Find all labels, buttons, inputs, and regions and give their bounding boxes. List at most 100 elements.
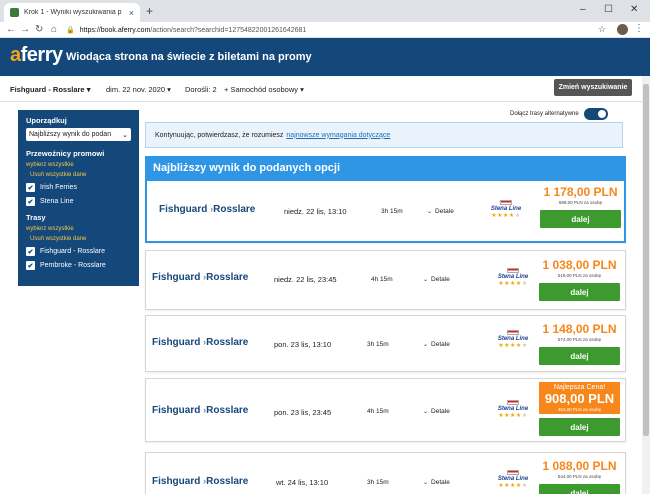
details-toggle[interactable]: ⌄ Detale: [423, 408, 450, 415]
checkbox-checked-icon: ✔: [26, 261, 35, 270]
chevron-down-icon: ⌄: [423, 480, 429, 486]
chevron-down-icon: ⌄: [423, 277, 429, 283]
total-price: 1 038,00 PLN: [542, 258, 617, 272]
total-price: 1 148,00 PLN: [542, 322, 617, 336]
result-card: Fishguard ›Rosslare pon. 23 lis, 23:45 4…: [145, 378, 626, 442]
departure-datetime: niedz. 22 lis, 23:45: [274, 275, 337, 284]
price-box: 1 038,00 PLN 519,00 PLN za osobę dalej: [539, 258, 620, 301]
browser-menu-icon[interactable]: ⋮: [634, 23, 644, 34]
result-card: Fishguard ›Rosslare niedz. 22 lis, 13:10…: [145, 181, 626, 243]
page-scrollbar[interactable]: [642, 76, 650, 494]
total-price: 908,00 PLN: [544, 391, 615, 406]
checkbox-checked-icon: ✔: [26, 183, 35, 192]
url-path: /action/search?searchid=1275482200126164…: [150, 26, 307, 34]
continue-button[interactable]: dalej: [539, 283, 620, 301]
operator-logo: Stena Line ★★★★★: [493, 470, 533, 489]
operator-checkbox-stena-line[interactable]: ✔ Stena Line: [26, 197, 131, 206]
operators-clear-all-link[interactable]: Usuń wszystkie dane: [26, 172, 131, 178]
price-box: Najlepsza Cena! 908,00 PLN 454,00 PLN za…: [539, 382, 620, 436]
operator-checkbox-irish-ferries[interactable]: ✔ Irish Ferries: [26, 183, 131, 192]
best-price-highlight: Najlepsza Cena! 908,00 PLN 454,00 PLN za…: [539, 382, 620, 414]
route-checkbox-fishguard-rosslare[interactable]: ✔ Fishguard - Rosslare: [26, 247, 131, 256]
operator-logo: Stena Line ★★★★★: [493, 400, 533, 419]
result-card: Fishguard ›Rosslare niedz. 22 lis, 23:45…: [145, 250, 626, 310]
price-per-person: 519,00 PLN za osobę: [557, 273, 602, 278]
rating-stars: ★★★★★: [498, 281, 528, 287]
summary-date[interactable]: dim. 22 nov. 2020 ▾: [106, 85, 171, 94]
home-icon[interactable]: ⌂: [51, 24, 57, 35]
route-name: Fishguard ›Rosslare: [152, 337, 249, 348]
price-box: 1 178,00 PLN 589,00 PLN za osobę dalej: [540, 185, 621, 228]
routes-clear-all-link[interactable]: Usuń wszystkie dane: [26, 236, 131, 242]
result-card: Fishguard ›Rosslare wt. 24 lis, 13:10 3h…: [145, 452, 626, 494]
total-price: 1 178,00 PLN: [543, 185, 618, 199]
sort-title: Uporządkuj: [26, 116, 67, 125]
aferry-logo[interactable]: aferry: [10, 44, 63, 67]
best-match-heading: Najbliższy wynik do podanych opcji: [145, 156, 626, 181]
duration: 3h 15m: [381, 208, 403, 215]
alternative-routes-label: Dołącz trasy alternatywne: [510, 111, 579, 117]
summary-vehicle[interactable]: + Samochód osobowy ▾: [224, 85, 304, 94]
operators-title: Przewoźnicy promowi: [26, 149, 105, 158]
bookmark-star-icon[interactable]: ☆: [598, 24, 606, 35]
details-toggle[interactable]: ⌄ Detale: [423, 276, 450, 283]
continue-button[interactable]: dalej: [539, 347, 620, 365]
chevron-down-icon: ⌄: [427, 209, 433, 215]
checkbox-checked-icon: ✔: [26, 197, 35, 206]
browser-tab-bar: Krok 1 - Wyniki wyszukiwania p × + – ☐ ✕: [0, 0, 650, 22]
site-header: aferry Wiodąca strona na świecie z bilet…: [0, 38, 650, 76]
continue-button[interactable]: dalej: [540, 210, 621, 228]
forward-icon[interactable]: →: [20, 24, 30, 35]
duration: 4h 15m: [367, 408, 389, 415]
duration: 4h 15m: [371, 276, 393, 283]
modify-search-button[interactable]: Zmień wyszukiwanie: [554, 79, 632, 96]
rating-stars: ★★★★★: [491, 213, 521, 219]
price-per-person: 574,00 PLN za osobę: [557, 337, 602, 342]
summary-route[interactable]: Fishguard - Rosslare ▾: [10, 85, 90, 94]
price-per-person: 454,00 PLN za osobę: [557, 407, 602, 412]
route-name: Fishguard ›Rosslare: [152, 272, 249, 283]
filter-sidebar: Uporządkuj Najbliższy wynik do podan ⌄ Pr…: [18, 110, 139, 286]
price-box: 1 088,00 PLN 544,00 PLN za osobę dalej: [539, 459, 620, 494]
lock-icon: 🔒: [66, 27, 75, 34]
price-box: 1 148,00 PLN 574,00 PLN za osobę dalej: [539, 322, 620, 365]
details-toggle[interactable]: ⌄ Detale: [427, 208, 454, 215]
price-per-person: 589,00 PLN za osobę: [558, 200, 603, 205]
rating-stars: ★★★★★: [498, 413, 528, 419]
best-price-badge: Najlepsza Cena!: [553, 384, 606, 391]
requirements-notice: Kontynuując, potwierdzasz, że rozumiesz …: [145, 122, 623, 148]
duration: 3h 15m: [367, 341, 389, 348]
maximize-icon[interactable]: ☐: [604, 4, 613, 15]
minimize-icon[interactable]: –: [580, 4, 586, 15]
departure-datetime: pon. 23 lis, 13:10: [274, 340, 332, 349]
reload-icon[interactable]: ↻: [35, 24, 43, 35]
operators-select-all-link[interactable]: wybierz wszystkie: [26, 162, 131, 168]
url-field[interactable]: 🔒 https://book.aferry.com/action/search?…: [66, 24, 596, 36]
scrollbar-thumb[interactable]: [643, 84, 649, 436]
routes-select-all-link[interactable]: wybierz wszystkie: [26, 226, 131, 232]
tab-title: Krok 1 - Wyniki wyszukiwania p: [24, 9, 122, 16]
route-checkbox-pembroke-rosslare[interactable]: ✔ Pembroke - Rosslare: [26, 261, 131, 270]
checkbox-checked-icon: ✔: [26, 247, 35, 256]
summary-adults[interactable]: Dorośli: 2: [185, 85, 217, 94]
details-toggle[interactable]: ⌄ Detale: [423, 479, 450, 486]
details-toggle[interactable]: ⌄ Detale: [423, 341, 450, 348]
alternative-routes-toggle[interactable]: [583, 108, 608, 120]
duration: 3h 15m: [367, 479, 389, 486]
close-window-icon[interactable]: ✕: [630, 4, 638, 15]
close-tab-icon[interactable]: ×: [129, 8, 134, 18]
route-name: Fishguard ›Rosslare: [152, 476, 249, 487]
url-host: https://book.aferry.com: [79, 26, 151, 34]
browser-tab[interactable]: Krok 1 - Wyniki wyszukiwania p ×: [4, 3, 140, 22]
operator-logo: Stena Line ★★★★★: [486, 200, 526, 219]
profile-avatar[interactable]: [617, 24, 628, 35]
continue-button[interactable]: dalej: [539, 484, 620, 494]
flag-icon: [507, 470, 519, 475]
price-per-person: 544,00 PLN za osobę: [557, 474, 602, 479]
continue-button[interactable]: dalej: [539, 418, 620, 436]
departure-datetime: wt. 24 lis, 13:10: [276, 478, 329, 487]
back-icon[interactable]: ←: [6, 24, 16, 35]
new-tab-icon[interactable]: +: [146, 4, 153, 18]
requirements-link[interactable]: najnowsze wymagania dotyczące: [286, 132, 390, 139]
sort-select[interactable]: Najbliższy wynik do podan ⌄: [26, 128, 131, 141]
